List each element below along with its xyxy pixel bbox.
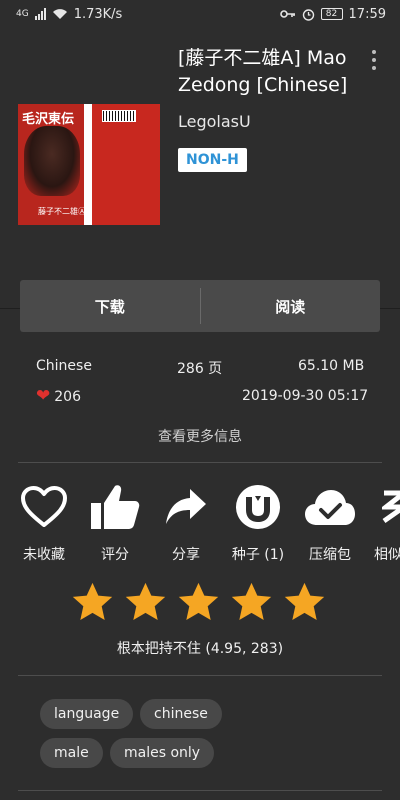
rating-divider [18, 675, 382, 676]
posted-date: 2019-09-30 05:17 [242, 388, 369, 404]
share-label: 分享 [172, 547, 200, 563]
cover-back [92, 104, 160, 225]
star-icon[interactable] [70, 580, 115, 625]
rate-label: 评分 [101, 547, 129, 563]
cover-spine [84, 104, 92, 225]
cloud-check-icon [295, 480, 365, 534]
battery-indicator: 82 [320, 8, 343, 20]
similar-button[interactable]: 相似 [366, 480, 400, 564]
status-right: 82 17:59 [279, 6, 386, 22]
alarm-icon [302, 8, 315, 21]
star-icon[interactable] [176, 580, 221, 625]
similar-icon [366, 480, 400, 534]
cover-front: 毛沢東伝 藤子不二雄Ⓐ [18, 104, 84, 225]
barcode-icon [102, 110, 136, 122]
category-badge[interactable]: NON-H [178, 148, 247, 172]
rating-stars[interactable] [70, 580, 327, 625]
status-bar: 4G 1.73K/s 82 17:59 [0, 0, 400, 28]
favorite-count: ❤ 206 [36, 388, 81, 405]
gallery-title: [藤子不二雄A] Mao Zedong [Chinese] [178, 47, 348, 96]
rating-summary: 根本把持不住 (4.95, 283) [116, 641, 284, 657]
status-left: 4G 1.73K/s [16, 7, 122, 22]
action-bar: 下载 阅读 [20, 280, 380, 332]
cover-title-text: 毛沢東伝 [22, 112, 75, 127]
uploader-name[interactable]: LegolasU [178, 112, 251, 131]
tags-divider [18, 790, 382, 791]
similar-label: 相似 [374, 547, 400, 563]
favorite-count-value: 206 [54, 388, 81, 405]
more-info-link[interactable]: 查看更多信息 [0, 426, 400, 446]
share-button[interactable]: 分享 [151, 480, 221, 564]
cover-portrait [24, 126, 80, 196]
share-arrow-icon [151, 480, 221, 534]
signal-icon [34, 8, 46, 20]
network-type: 4G [16, 9, 29, 19]
file-size: 65.10 MB [298, 358, 365, 374]
network-speed: 1.73K/s [73, 6, 123, 22]
star-icon[interactable] [282, 580, 327, 625]
torrent-icon [223, 480, 293, 534]
key-icon [279, 9, 296, 19]
read-button[interactable]: 阅读 [201, 280, 381, 332]
wifi-icon [52, 8, 68, 20]
thumbs-up-icon [80, 480, 150, 534]
star-icon[interactable] [229, 580, 274, 625]
tag-chip[interactable]: chinese [140, 699, 222, 729]
clock: 17:59 [348, 6, 386, 22]
download-button[interactable]: 下载 [20, 280, 200, 332]
language-value: Chinese [36, 358, 92, 374]
meta-divider [18, 462, 382, 463]
cover-thumbnail[interactable]: 毛沢東伝 藤子不二雄Ⓐ [18, 104, 160, 225]
torrent-label: 种子 (1) [231, 547, 285, 563]
favorite-label: 未收藏 [23, 547, 65, 563]
page-count: 286 页 [177, 361, 223, 377]
tag-chip[interactable]: language [40, 699, 134, 729]
tag-chip[interactable]: male [40, 738, 103, 768]
rate-button[interactable]: 评分 [80, 480, 150, 564]
favorite-button[interactable]: 未收藏 [9, 480, 79, 564]
archive-label: 压缩包 [309, 547, 351, 563]
tag-chip[interactable]: males only [110, 738, 215, 768]
heart-outline-icon [9, 480, 79, 534]
more-options-icon[interactable] [368, 50, 380, 70]
torrent-button[interactable]: 种子 (1) [223, 480, 293, 564]
gallery-header: 毛沢東伝 藤子不二雄Ⓐ [藤子不二雄A] Mao Zedong [Chinese… [0, 28, 400, 308]
cover-author-text: 藤子不二雄Ⓐ [38, 207, 84, 216]
icon-action-row: 未收藏 评分 分享 种子 (1) 压缩包 相似 [0, 480, 400, 570]
star-icon[interactable] [123, 580, 168, 625]
archive-button[interactable]: 压缩包 [295, 480, 365, 564]
heart-icon: ❤ [36, 386, 51, 406]
